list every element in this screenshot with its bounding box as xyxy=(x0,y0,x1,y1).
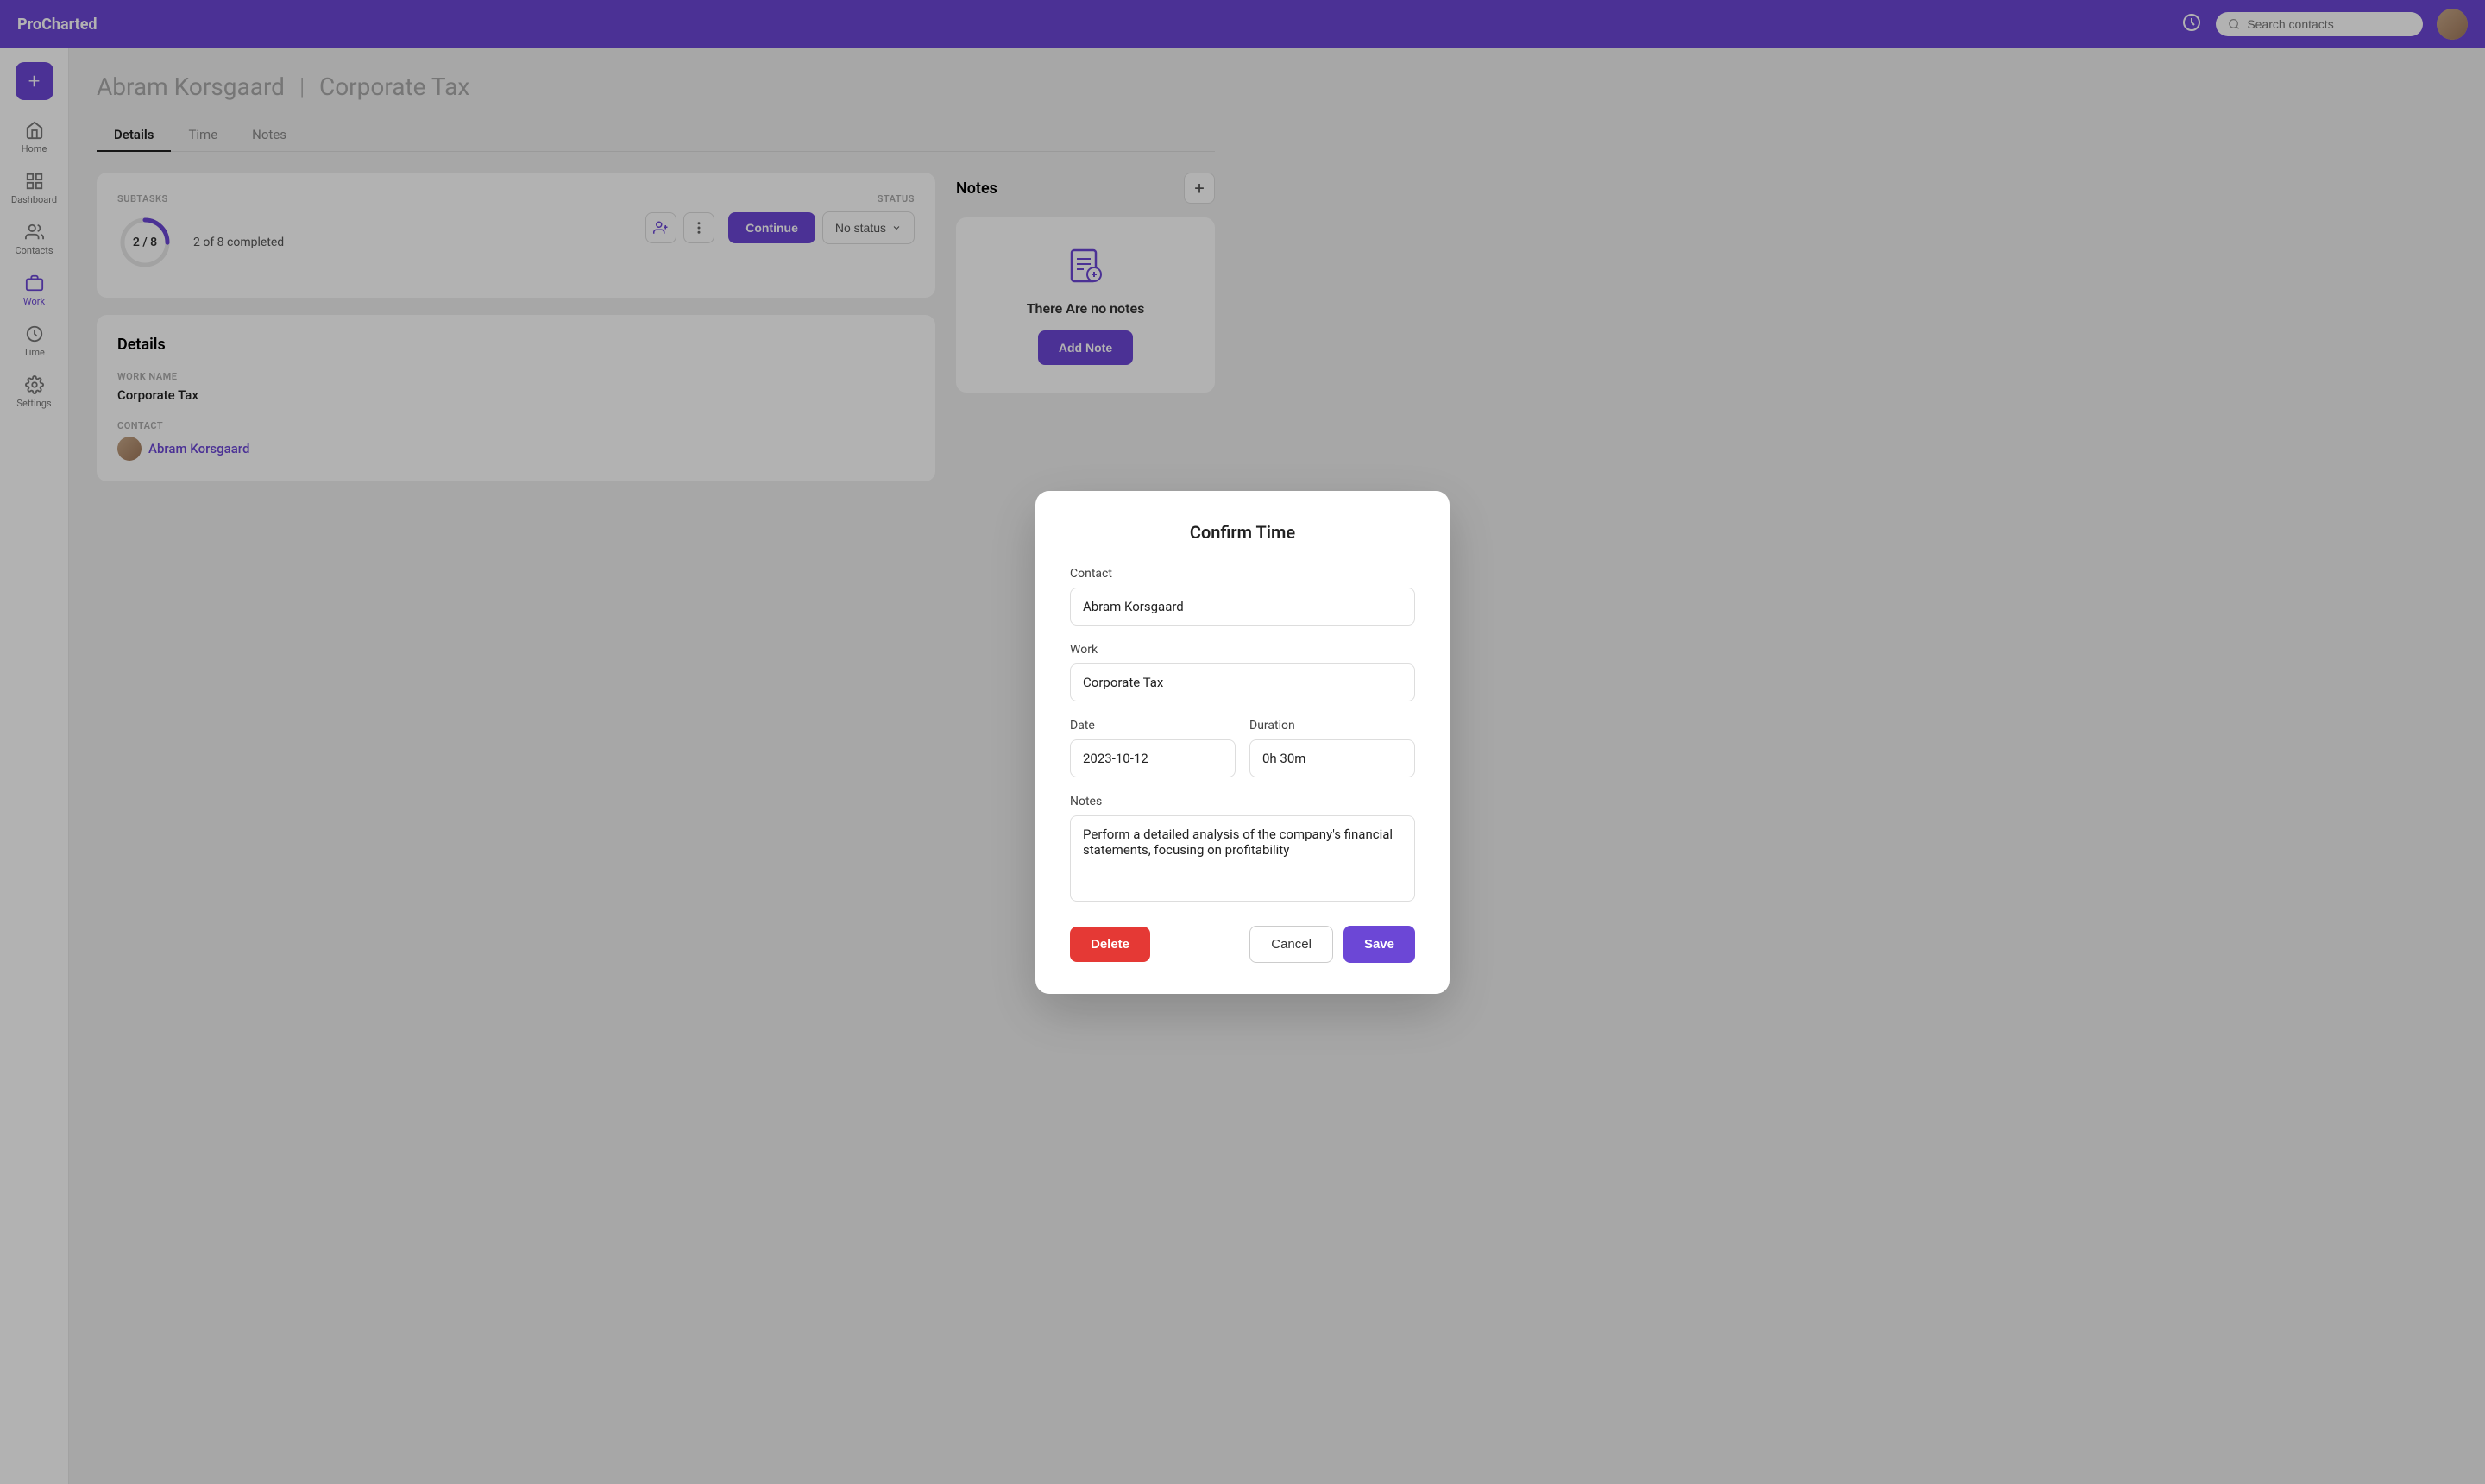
date-form-label: Date xyxy=(1070,719,1236,733)
duration-form-label: Duration xyxy=(1249,719,1415,733)
notes-form-label: Notes xyxy=(1070,795,1415,808)
delete-button[interactable]: Delete xyxy=(1070,927,1150,962)
date-duration-row: Date Duration xyxy=(1070,719,1415,777)
modal-overlay[interactable]: Confirm Time Contact Work Date Duration … xyxy=(0,0,2485,1484)
notes-textarea[interactable]: Perform a detailed analysis of the compa… xyxy=(1070,815,1415,902)
contact-input[interactable] xyxy=(1070,588,1415,626)
contact-form-label: Contact xyxy=(1070,567,1415,581)
duration-form-group: Duration xyxy=(1249,719,1415,777)
modal-right-actions: Cancel Save xyxy=(1249,926,1415,963)
notes-form-group: Notes Perform a detailed analysis of the… xyxy=(1070,795,1415,905)
confirm-time-modal: Confirm Time Contact Work Date Duration … xyxy=(1035,491,1450,994)
modal-title: Confirm Time xyxy=(1070,522,1415,543)
work-form-group: Work xyxy=(1070,643,1415,701)
cancel-button[interactable]: Cancel xyxy=(1249,926,1333,963)
date-input[interactable] xyxy=(1070,739,1236,777)
duration-input[interactable] xyxy=(1249,739,1415,777)
save-button[interactable]: Save xyxy=(1343,926,1415,963)
work-input[interactable] xyxy=(1070,663,1415,701)
date-form-group: Date xyxy=(1070,719,1236,777)
contact-form-group: Contact xyxy=(1070,567,1415,626)
modal-actions: Delete Cancel Save xyxy=(1070,926,1415,963)
work-form-label: Work xyxy=(1070,643,1415,657)
